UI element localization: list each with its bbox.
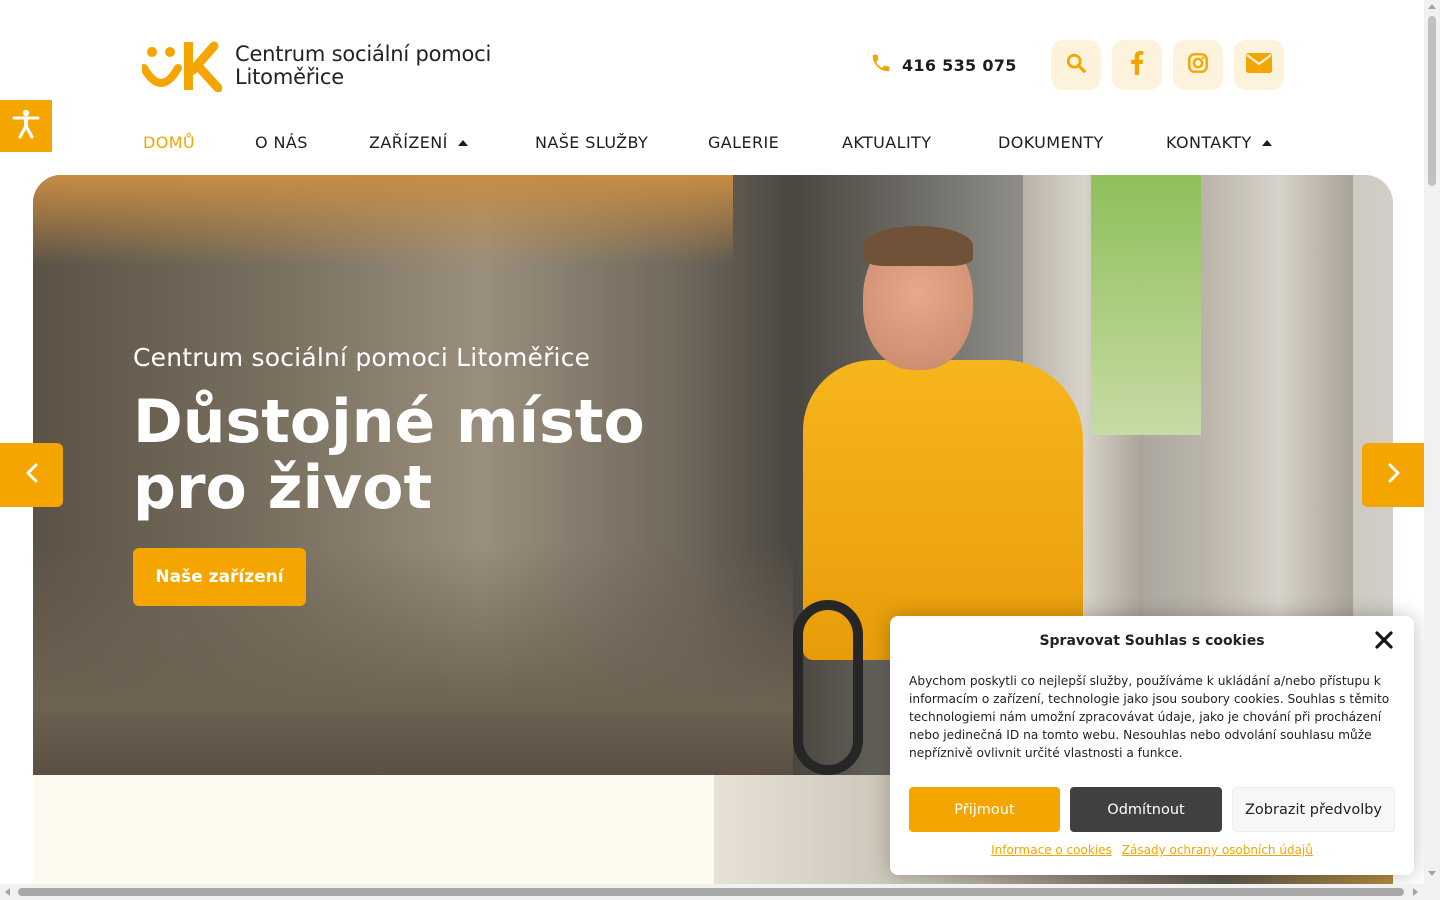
caret-up-icon [1261, 139, 1272, 146]
instagram-icon [1187, 52, 1209, 78]
accept-button[interactable]: Přijmout [909, 787, 1060, 832]
slider-prev-button[interactable] [0, 443, 63, 507]
hero-subtitle: Centrum sociální pomoci Litoměřice [133, 343, 591, 372]
cookie-consent-dialog: Spravovat Souhlas s cookies Abychom posk… [890, 616, 1414, 875]
nav-item-label: O NÁS [255, 133, 308, 152]
instagram-button[interactable] [1173, 40, 1223, 90]
close-icon [1374, 631, 1394, 654]
hero-photo-greenery [1091, 175, 1201, 435]
cookie-info-link[interactable]: Informace o cookies [991, 843, 1112, 857]
chevron-left-icon [24, 462, 40, 488]
hero-photo-ceiling [33, 175, 733, 265]
cookie-links: Informace o cookies Zásady ochrany osobn… [890, 843, 1414, 857]
hero-title-line-2: pro život [133, 453, 433, 523]
nav-item-about[interactable]: O NÁS [255, 133, 308, 152]
nav-item-gallery[interactable]: GALERIE [708, 133, 779, 152]
cookie-text: Abychom poskytli co nejlepší služby, pou… [909, 674, 1390, 760]
logo-line-1: Centrum sociální pomoci [235, 42, 492, 66]
nav-item-home[interactable]: DOMŮ [143, 133, 195, 152]
facebook-icon [1130, 51, 1144, 79]
phone-number: 416 535 075 [902, 55, 1017, 75]
logo-text: Centrum sociální pomoci Litoměřice [235, 43, 491, 89]
nav-item-documents[interactable]: DOKUMENTY [998, 133, 1104, 152]
hero-title: Důstojné místo pro život [133, 389, 693, 521]
slider-next-button[interactable] [1362, 443, 1425, 507]
nav-item-contacts[interactable]: KONTAKTY [1166, 133, 1272, 152]
search-button[interactable] [1051, 40, 1101, 90]
cookie-title: Spravovat Souhlas s cookies [1039, 633, 1265, 649]
nav-item-news[interactable]: AKTUALITY [842, 133, 931, 152]
main-nav: DOMŮ O NÁS ZAŘÍZENÍ NAŠE SLUŽBY GALERIE … [0, 133, 1440, 155]
logo-mark-icon [140, 40, 223, 93]
mail-icon [1246, 53, 1272, 77]
scroll-up-icon[interactable] [1428, 4, 1436, 9]
nav-item-facilities[interactable]: ZAŘÍZENÍ [369, 133, 468, 152]
facilities-button[interactable]: Naše zařízení [133, 548, 306, 606]
chevron-right-icon [1386, 462, 1402, 488]
deny-button[interactable]: Odmítnout [1070, 787, 1222, 832]
header-icon-buttons [1051, 40, 1284, 90]
nav-item-label: NAŠE SLUŽBY [535, 133, 649, 152]
logo-line-2: Litoměřice [235, 65, 344, 89]
horizontal-scrollbar[interactable] [0, 884, 1424, 900]
search-icon [1065, 52, 1087, 78]
vertical-scrollbar[interactable] [1424, 0, 1440, 900]
preferences-button[interactable]: Zobrazit předvolby [1232, 787, 1395, 832]
close-button[interactable] [1374, 630, 1394, 650]
nav-item-services[interactable]: NAŠE SLUŽBY [535, 133, 648, 152]
nav-item-label: DOMŮ [143, 133, 196, 152]
scroll-right-icon[interactable] [1413, 888, 1418, 896]
scroll-left-icon[interactable] [5, 888, 10, 896]
phone-icon [870, 52, 892, 78]
nav-item-label: AKTUALITY [842, 133, 932, 152]
privacy-policy-link[interactable]: Zásady ochrany osobních údajů [1122, 843, 1313, 857]
phone-link[interactable]: 416 535 075 [870, 52, 1017, 78]
nav-item-label: GALERIE [708, 133, 780, 152]
site-logo[interactable]: Centrum sociální pomoci Litoměřice [140, 40, 491, 93]
nav-item-label: ZAŘÍZENÍ [369, 133, 448, 152]
horizontal-scrollbar-thumb[interactable] [18, 888, 1404, 896]
caret-up-icon [457, 139, 468, 146]
mail-button[interactable] [1234, 40, 1284, 90]
content-section [33, 775, 714, 885]
vertical-scrollbar-thumb[interactable] [1428, 16, 1436, 186]
nav-item-label: KONTAKTY [1166, 133, 1252, 152]
hero-title-line-1: Důstojné místo [133, 387, 645, 457]
nav-item-label: DOKUMENTY [998, 133, 1104, 152]
facebook-button[interactable] [1112, 40, 1162, 90]
scroll-down-icon[interactable] [1428, 871, 1436, 876]
